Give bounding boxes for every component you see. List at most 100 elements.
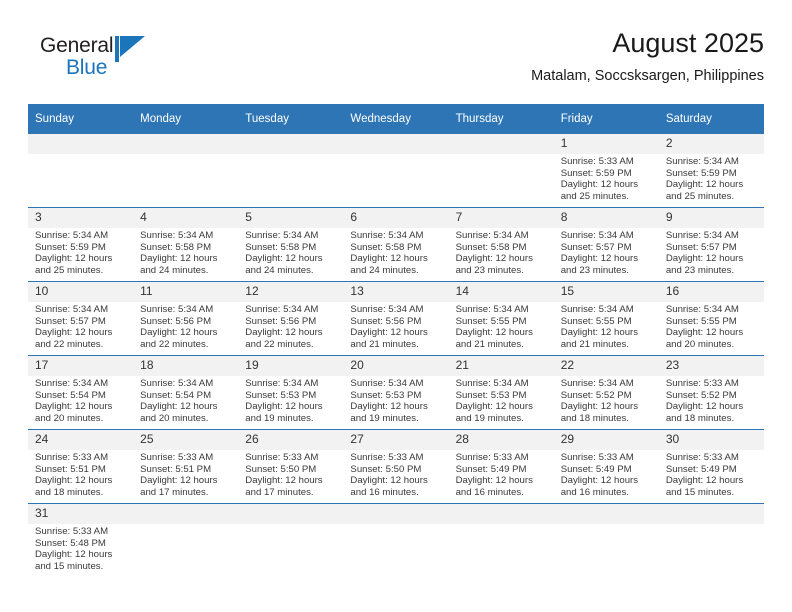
day-18[interactable]: 18 Sunrise: 5:34 AM Sunset: 5:54 PM Dayligh… xyxy=(133,356,239,429)
day-7[interactable]: 7 Sunrise: 5:34 AM Sunset: 5:58 PM Daylight… xyxy=(448,208,554,281)
day-number: 24 xyxy=(28,430,134,450)
calendar-day-cell: 18 Sunrise: 5:34 AM Sunset: 5:54 PM Dayligh… xyxy=(133,356,239,430)
day-4[interactable]: 4 Sunrise: 5:34 AM Sunset: 5:58 PM Daylight… xyxy=(133,208,239,281)
day-16[interactable]: 16 Sunrise: 5:34 AM Sunset: 5:55 PM Dayligh… xyxy=(658,282,764,355)
sunset-time: Sunset: 5:58 PM xyxy=(245,241,317,253)
day-10[interactable]: 10 Sunrise: 5:34 AM Sunset: 5:57 PM Dayligh… xyxy=(28,282,134,355)
calendar-day-cell: 28 Sunrise: 5:33 AM Sunset: 5:49 PM Dayligh… xyxy=(448,430,554,504)
weekday-header-saturday: Saturday xyxy=(658,104,764,134)
sunrise-time: Sunrise: 5:34 AM xyxy=(455,378,529,389)
day-sun-info: Sunrise: 5:34 AM Sunset: 5:53 PM Daylight:… xyxy=(343,376,448,424)
day-1[interactable]: 1 Sunrise: 5:33 AM Sunset: 5:59 PM Daylight… xyxy=(553,134,659,207)
daylight-duration: Daylight: 12 hours and 20 minutes. xyxy=(140,401,218,424)
day-number: 13 xyxy=(343,282,449,302)
daylight-duration: Daylight: 12 hours and 16 minutes. xyxy=(560,475,639,498)
day-number: 3 xyxy=(28,208,134,228)
day-sun-info: Sunrise: 5:34 AM Sunset: 5:57 PM Daylight:… xyxy=(659,228,764,276)
day-sun-info: Sunrise: 5:33 AM Sunset: 5:50 PM Daylight:… xyxy=(343,450,448,498)
daylight-duration: Daylight: 12 hours and 21 minutes. xyxy=(350,327,428,350)
day-6[interactable]: 6 Sunrise: 5:34 AM Sunset: 5:58 PM Daylight… xyxy=(343,208,449,281)
day-number: 28 xyxy=(448,430,554,450)
daylight-duration: Daylight: 12 hours and 17 minutes. xyxy=(140,475,218,498)
day-5[interactable]: 5 Sunrise: 5:34 AM Sunset: 5:58 PM Daylight… xyxy=(238,208,344,281)
calendar-day-cell: 15 Sunrise: 5:34 AM Sunset: 5:55 PM Dayligh… xyxy=(553,282,659,356)
sunset-time: Sunset: 5:58 PM xyxy=(350,241,422,253)
calendar-day-cell: 8 Sunrise: 5:34 AM Sunset: 5:57 PM Daylight… xyxy=(553,208,659,282)
day-17[interactable]: 17 Sunrise: 5:34 AM Sunset: 5:54 PM Dayligh… xyxy=(28,356,134,429)
day-31[interactable]: 31 Sunrise: 5:33 AM Sunset: 5:48 PM Dayligh… xyxy=(28,504,134,577)
day-14[interactable]: 14 Sunrise: 5:34 AM Sunset: 5:55 PM Dayligh… xyxy=(448,282,554,355)
calendar-day-cell: 7 Sunrise: 5:34 AM Sunset: 5:58 PM Daylight… xyxy=(448,208,554,282)
day-15[interactable]: 15 Sunrise: 5:34 AM Sunset: 5:55 PM Dayligh… xyxy=(553,282,659,355)
daylight-duration: Daylight: 12 hours and 18 minutes. xyxy=(665,401,744,424)
day-8[interactable]: 8 Sunrise: 5:34 AM Sunset: 5:57 PM Daylight… xyxy=(553,208,659,281)
day-25[interactable]: 25 Sunrise: 5:33 AM Sunset: 5:51 PM Dayligh… xyxy=(133,430,239,503)
sunset-time: Sunset: 5:54 PM xyxy=(35,389,106,401)
day-sun-info: Sunrise: 5:33 AM Sunset: 5:50 PM Daylight:… xyxy=(238,450,343,498)
day-24[interactable]: 24 Sunrise: 5:33 AM Sunset: 5:51 PM Dayligh… xyxy=(28,430,134,503)
calendar-day-cell: 25 Sunrise: 5:33 AM Sunset: 5:51 PM Dayligh… xyxy=(133,430,239,504)
day-29[interactable]: 29 Sunrise: 5:33 AM Sunset: 5:49 PM Dayligh… xyxy=(553,430,659,503)
sunset-time: Sunset: 5:56 PM xyxy=(350,315,422,327)
brand-logo[interactable]: General Blue xyxy=(40,34,220,90)
calendar-day-cell-empty xyxy=(238,134,344,208)
sunrise-time: Sunrise: 5:34 AM xyxy=(35,230,109,241)
sunrise-time: Sunrise: 5:33 AM xyxy=(560,452,634,463)
day-number-placeholder xyxy=(133,504,239,524)
empty-day xyxy=(238,504,344,577)
day-number-placeholder xyxy=(133,134,239,154)
empty-day xyxy=(133,134,239,207)
sunrise-time: Sunrise: 5:34 AM xyxy=(560,304,634,315)
sunset-time: Sunset: 5:57 PM xyxy=(35,315,106,327)
day-3[interactable]: 3 Sunrise: 5:34 AM Sunset: 5:59 PM Daylight… xyxy=(28,208,134,281)
day-27[interactable]: 27 Sunrise: 5:33 AM Sunset: 5:50 PM Dayligh… xyxy=(343,430,449,503)
day-number: 10 xyxy=(28,282,134,302)
calendar-day-cell: 11 Sunrise: 5:34 AM Sunset: 5:56 PM Dayligh… xyxy=(133,282,239,356)
empty-day xyxy=(28,134,134,207)
sunset-time: Sunset: 5:52 PM xyxy=(665,389,737,401)
daylight-duration: Daylight: 12 hours and 22 minutes. xyxy=(140,327,218,350)
daylight-duration: Daylight: 12 hours and 21 minutes. xyxy=(455,327,533,350)
calendar-day-cell: 20 Sunrise: 5:34 AM Sunset: 5:53 PM Dayligh… xyxy=(343,356,449,430)
day-13[interactable]: 13 Sunrise: 5:34 AM Sunset: 5:56 PM Dayligh… xyxy=(343,282,449,355)
day-number: 9 xyxy=(658,208,764,228)
day-2[interactable]: 2 Sunrise: 5:34 AM Sunset: 5:59 PM Daylight… xyxy=(658,134,764,207)
day-21[interactable]: 21 Sunrise: 5:34 AM Sunset: 5:53 PM Dayligh… xyxy=(448,356,554,429)
day-sun-info: Sunrise: 5:34 AM Sunset: 5:56 PM Daylight:… xyxy=(133,302,238,350)
calendar-day-cell: 30 Sunrise: 5:33 AM Sunset: 5:49 PM Dayligh… xyxy=(658,430,764,504)
sunset-time: Sunset: 5:50 PM xyxy=(245,463,317,475)
calendar-day-cell: 22 Sunrise: 5:34 AM Sunset: 5:52 PM Dayligh… xyxy=(553,356,659,430)
daylight-duration: Daylight: 12 hours and 24 minutes. xyxy=(140,253,218,276)
day-20[interactable]: 20 Sunrise: 5:34 AM Sunset: 5:53 PM Dayligh… xyxy=(343,356,449,429)
sunrise-time: Sunrise: 5:33 AM xyxy=(245,452,319,463)
day-sun-info: Sunrise: 5:34 AM Sunset: 5:55 PM Daylight:… xyxy=(449,302,554,350)
day-9[interactable]: 9 Sunrise: 5:34 AM Sunset: 5:57 PM Daylight… xyxy=(658,208,764,281)
sunset-time: Sunset: 5:55 PM xyxy=(560,315,632,327)
day-28[interactable]: 28 Sunrise: 5:33 AM Sunset: 5:49 PM Dayligh… xyxy=(448,430,554,503)
day-26[interactable]: 26 Sunrise: 5:33 AM Sunset: 5:50 PM Dayligh… xyxy=(238,430,344,503)
calendar-day-cell: 6 Sunrise: 5:34 AM Sunset: 5:58 PM Daylight… xyxy=(343,208,449,282)
day-19[interactable]: 19 Sunrise: 5:34 AM Sunset: 5:53 PM Dayligh… xyxy=(238,356,344,429)
sunset-time: Sunset: 5:53 PM xyxy=(245,389,317,401)
day-30[interactable]: 30 Sunrise: 5:33 AM Sunset: 5:49 PM Dayligh… xyxy=(658,430,764,503)
calendar-day-cell: 26 Sunrise: 5:33 AM Sunset: 5:50 PM Dayligh… xyxy=(238,430,344,504)
daylight-duration: Daylight: 12 hours and 24 minutes. xyxy=(245,253,323,276)
calendar-day-cell-empty xyxy=(658,504,764,578)
weekday-header-sunday: Sunday xyxy=(28,104,134,134)
sunrise-time: Sunrise: 5:34 AM xyxy=(665,230,739,241)
day-sun-info: Sunrise: 5:34 AM Sunset: 5:55 PM Daylight:… xyxy=(554,302,659,350)
weekday-header-monday: Monday xyxy=(133,104,239,134)
day-23[interactable]: 23 Sunrise: 5:33 AM Sunset: 5:52 PM Dayligh… xyxy=(658,356,764,429)
day-number-placeholder xyxy=(658,504,764,524)
day-12[interactable]: 12 Sunrise: 5:34 AM Sunset: 5:56 PM Dayligh… xyxy=(238,282,344,355)
day-11[interactable]: 11 Sunrise: 5:34 AM Sunset: 5:56 PM Dayligh… xyxy=(133,282,239,355)
day-22[interactable]: 22 Sunrise: 5:34 AM Sunset: 5:52 PM Dayligh… xyxy=(553,356,659,429)
sunrise-time: Sunrise: 5:34 AM xyxy=(245,304,319,315)
sunrise-time: Sunrise: 5:34 AM xyxy=(665,304,739,315)
page-title: August 2025 xyxy=(612,28,764,58)
sunset-time: Sunset: 5:53 PM xyxy=(455,389,527,401)
sunrise-time: Sunrise: 5:33 AM xyxy=(350,452,424,463)
sunrise-time: Sunrise: 5:34 AM xyxy=(140,378,214,389)
sunset-time: Sunset: 5:56 PM xyxy=(140,315,212,327)
calendar-day-cell: 27 Sunrise: 5:33 AM Sunset: 5:50 PM Dayligh… xyxy=(343,430,449,504)
